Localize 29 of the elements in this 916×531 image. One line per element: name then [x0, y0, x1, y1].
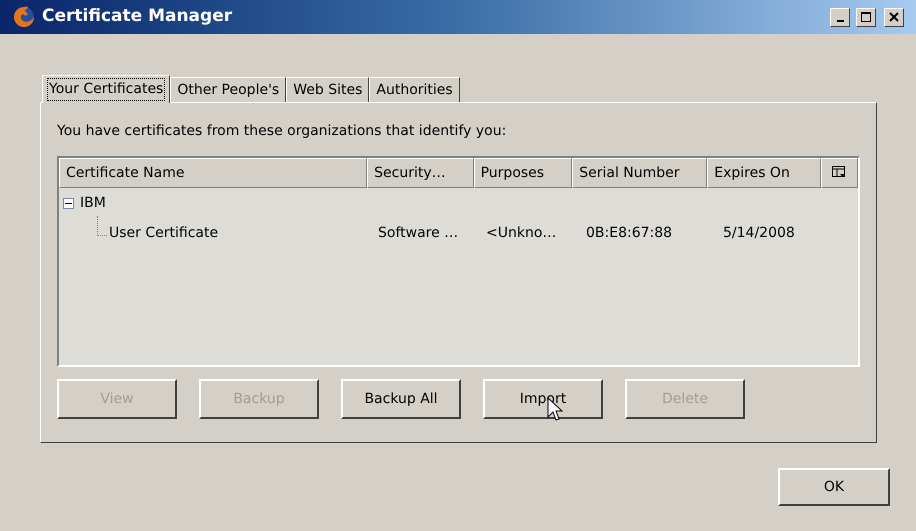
tree-cell[interactable]: IBM: [80, 192, 106, 214]
column-header[interactable]: Certificate Name: [59, 158, 368, 188]
maximize-button[interactable]: [856, 8, 876, 26]
app-icon: [12, 5, 36, 29]
tree-cell[interactable]: <Unkno…: [486, 222, 556, 244]
close-button[interactable]: [884, 8, 904, 26]
column-header[interactable]: Expires On: [707, 158, 821, 188]
tab[interactable]: Authorities: [369, 77, 460, 102]
tree-cell[interactable]: 0B:E8:67:88: [586, 222, 672, 244]
tab[interactable]: Web Sites: [286, 77, 370, 102]
column-picker-icon[interactable]: [820, 158, 858, 188]
tree-cell[interactable]: Software …: [378, 222, 458, 244]
minimize-icon: [836, 20, 844, 22]
minimize-button[interactable]: [830, 8, 850, 26]
collapse-toggle[interactable]: [63, 198, 74, 208]
intro-text: You have certificates from these organizations that identify you:: [57, 122, 508, 141]
window-title: Certificate Manager: [42, 5, 232, 28]
ok-button[interactable]: OK: [778, 468, 890, 506]
tree-cell[interactable]: User Certificate: [109, 222, 218, 244]
tree-line: [97, 216, 107, 236]
tab[interactable]: Other People's: [170, 77, 286, 102]
tree-cell[interactable]: 5/14/2008: [723, 222, 795, 244]
maximize-icon: [861, 12, 871, 22]
column-header[interactable]: Serial Number: [572, 158, 708, 188]
column-header[interactable]: Security…: [367, 158, 474, 188]
column-header[interactable]: Purposes: [474, 158, 572, 188]
tab[interactable]: Your Certificates: [42, 75, 170, 103]
close-icon: [889, 12, 899, 22]
action-button[interactable]: Backup All: [341, 379, 461, 419]
